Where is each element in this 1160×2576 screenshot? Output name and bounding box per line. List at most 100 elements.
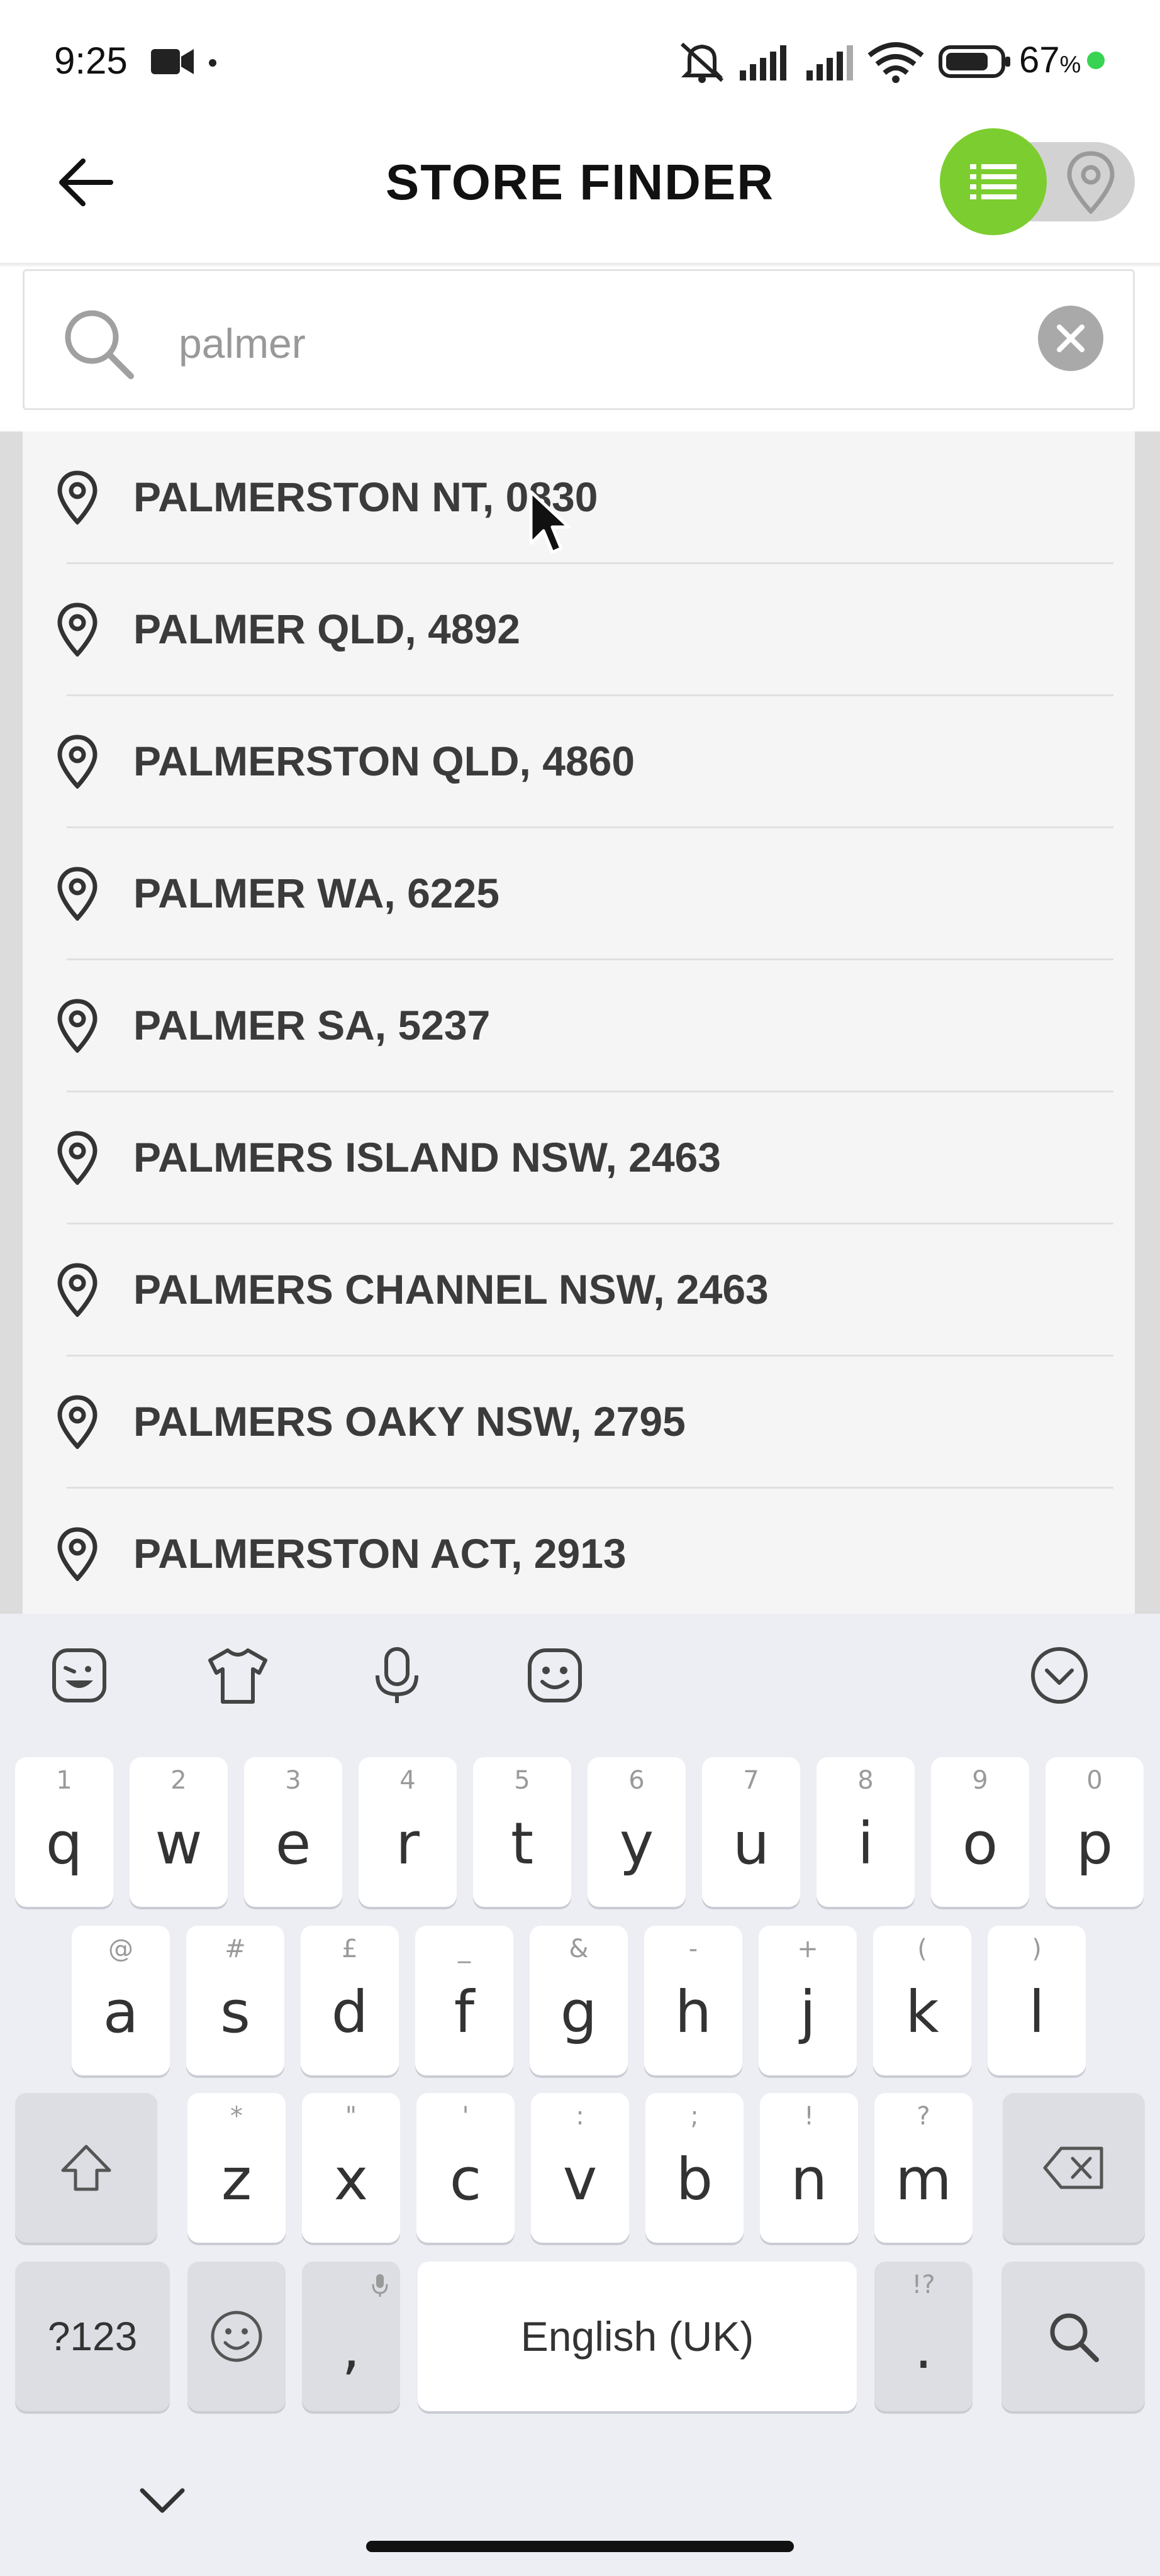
shift-icon	[61, 2145, 111, 2191]
shift-key[interactable]	[15, 2093, 157, 2243]
camera-icon	[151, 49, 194, 74]
list-view-button[interactable]	[940, 128, 1047, 235]
key-letter: n	[790, 2145, 828, 2213]
key-k[interactable]: (k	[873, 1926, 971, 2075]
suggestion-item[interactable]: PALMERS OAKY NSW, 2795	[23, 1356, 1135, 1489]
key-letter: q	[45, 1809, 83, 1877]
key-p[interactable]: 0p	[1046, 1757, 1144, 1907]
hide-keyboard-icon[interactable]	[137, 2482, 187, 2519]
list-icon	[970, 164, 1017, 199]
key-t[interactable]: 5t	[473, 1757, 571, 1907]
suggestion-label: PALMERSTON QLD, 4860	[133, 738, 635, 784]
key-letter: c	[449, 2145, 482, 2213]
suggestion-item[interactable]: PALMERSTON ACT, 2913	[23, 1488, 1135, 1620]
search-icon	[1050, 2313, 1099, 2362]
key-hint: 0	[1086, 1766, 1103, 1795]
key-g[interactable]: & g	[530, 1926, 628, 2075]
key-letter: k	[905, 1978, 939, 2046]
key-s[interactable]: # s	[186, 1926, 284, 2075]
header-divider	[0, 263, 1160, 267]
space-key[interactable]: English (UK)	[418, 2262, 857, 2411]
key-c[interactable]: ' c	[416, 2093, 515, 2243]
clear-search-button[interactable]	[1038, 306, 1103, 371]
suggestion-item[interactable]: PALMERSTON NT, 0830	[23, 431, 1135, 564]
key-letter: m	[895, 2145, 952, 2213]
emoji-icon[interactable]	[525, 1645, 585, 1706]
key-hint: 5	[514, 1766, 530, 1795]
key-y[interactable]: 6y	[588, 1757, 686, 1907]
key-a[interactable]: @ a	[72, 1926, 170, 2075]
key-hint: 8	[857, 1766, 874, 1795]
period-key[interactable]: !? .	[874, 2262, 973, 2411]
key-w[interactable]: 2w	[130, 1757, 228, 1907]
key-hint: "	[345, 2102, 357, 2131]
key-hint: :	[576, 2102, 584, 2131]
search-icon	[65, 310, 134, 379]
emoji-key[interactable]	[187, 2262, 286, 2411]
key-j[interactable]: + j	[759, 1926, 857, 2075]
map-pin-icon[interactable]	[1066, 151, 1116, 214]
suggestion-label: PALMERSTON ACT, 2913	[133, 1530, 627, 1577]
location-pin-icon	[57, 470, 98, 525]
key-l[interactable]: ) l	[988, 1926, 1086, 2075]
key-z[interactable]: * z	[187, 2093, 286, 2243]
key-x[interactable]: " x	[302, 2093, 400, 2243]
suggestion-label: PALMER WA, 6225	[133, 870, 499, 916]
key-f[interactable]: _ f	[415, 1926, 513, 2075]
key-u[interactable]: 7u	[702, 1757, 800, 1907]
key-letter: u	[732, 1809, 770, 1877]
key-o[interactable]: 9o	[931, 1757, 1029, 1907]
key-hint: 2	[170, 1766, 187, 1795]
suggestion-item[interactable]: PALMERS ISLAND NSW, 2463	[23, 1092, 1135, 1224]
location-pin-icon	[57, 1263, 98, 1317]
key-d[interactable]: £ d	[301, 1926, 399, 2075]
key-hint: ?	[917, 2102, 930, 2131]
key-hint: -	[688, 1935, 698, 1963]
suggestion-item[interactable]: PALMER SA, 5237	[23, 960, 1135, 1092]
key-n[interactable]: ! n	[760, 2093, 858, 2243]
chevron-down-icon[interactable]	[1029, 1645, 1090, 1706]
shirt-icon[interactable]	[206, 1645, 269, 1706]
comma-key[interactable]: ,	[302, 2262, 400, 2411]
suggestion-label: PALMER QLD, 4892	[133, 606, 520, 652]
location-pin-icon	[57, 602, 98, 657]
suggestion-item[interactable]: PALMERS CHANNEL NSW, 2463	[23, 1224, 1135, 1357]
suggestion-label: PALMER SA, 5237	[133, 1002, 491, 1048]
key-hint: 3	[285, 1766, 301, 1795]
key-hint: '	[462, 2102, 469, 2131]
suggestion-item[interactable]: PALMERSTON QLD, 4860	[23, 696, 1135, 828]
key-hint: +	[797, 1935, 818, 1963]
key-b[interactable]: ; b	[645, 2093, 744, 2243]
suggestion-item[interactable]: PALMER QLD, 4892	[23, 564, 1135, 696]
key-hint: 6	[628, 1766, 645, 1795]
sticker-icon[interactable]	[49, 1645, 109, 1706]
key-r[interactable]: 4r	[359, 1757, 457, 1907]
location-pin-icon	[57, 1527, 98, 1581]
suggestion-item[interactable]: PALMER WA, 6225	[23, 828, 1135, 960]
location-pin-icon	[57, 999, 98, 1053]
backspace-key[interactable]	[1003, 2093, 1145, 2243]
key-h[interactable]: -h	[644, 1926, 742, 2075]
key-m[interactable]: ? m	[874, 2093, 973, 2243]
key-letter: a	[103, 1978, 139, 2046]
search-key[interactable]	[1001, 2262, 1145, 2411]
key-letter: p	[1076, 1809, 1113, 1877]
location-pin-icon	[57, 867, 98, 921]
charging-indicator	[1087, 52, 1105, 69]
key-e[interactable]: 3e	[244, 1757, 342, 1907]
search-input[interactable]	[177, 308, 998, 379]
key-hint: 1	[56, 1766, 72, 1795]
symbols-key[interactable]: ?123	[15, 2262, 170, 2411]
location-pin-icon	[57, 1395, 98, 1449]
key-i[interactable]: 8i	[817, 1757, 915, 1907]
key-v[interactable]: :v	[531, 2093, 629, 2243]
key-letter: v	[562, 2145, 598, 2213]
key-q[interactable]: 1q	[15, 1757, 113, 1907]
mic-icon[interactable]	[369, 1645, 425, 1706]
key-letter: w	[155, 1809, 203, 1877]
status-dot	[209, 59, 216, 67]
signal-icon	[806, 45, 853, 80]
key-hint: )	[1032, 1935, 1042, 1963]
suggestion-label: PALMERS OAKY NSW, 2795	[133, 1398, 686, 1445]
key-hint: ;	[690, 2102, 699, 2131]
